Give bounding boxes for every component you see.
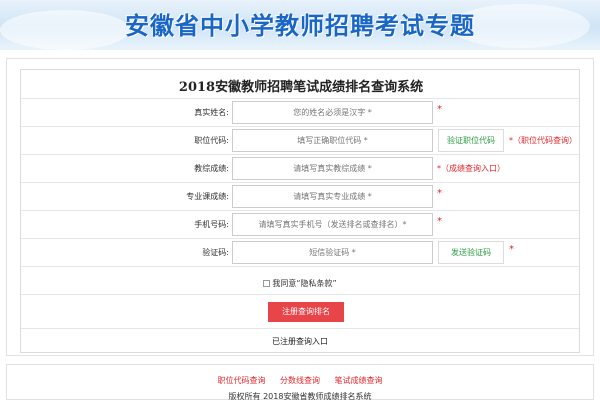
divider <box>21 328 579 329</box>
divider <box>21 294 579 295</box>
position-code-query-link[interactable]: *（职位代码查询） <box>509 135 577 146</box>
required-mark: * <box>437 104 442 115</box>
position-code-input[interactable] <box>232 129 433 152</box>
field-row-name: 真实姓名: * <box>21 99 579 126</box>
footer-links: 职位代码查询 分数线查询 笔试成绩查询 <box>7 375 593 386</box>
query-panel: 2018安徽教师招聘笔试成绩排名查询系统 真实姓名: * 职位代码: 验证职位代… <box>6 58 594 356</box>
form-title: 2018安徽教师招聘笔试成绩排名查询系统 <box>178 80 424 95</box>
general-score-input[interactable] <box>232 157 433 180</box>
divider <box>21 266 579 267</box>
send-code-button[interactable]: 发送验证码 <box>438 241 504 264</box>
field-label-subject-score: 专业课成绩: <box>186 192 229 201</box>
header-banner: 安徽省中小学教师招聘考试专题 <box>0 0 600 50</box>
sms-code-input[interactable] <box>232 241 433 264</box>
privacy-agree-label[interactable]: 我同意“隐私条款” <box>272 279 336 288</box>
field-label-name: 真实姓名: <box>194 108 229 117</box>
query-form: 2018安徽教师招聘笔试成绩排名查询系统 真实姓名: * 职位代码: 验证职位代… <box>20 69 580 353</box>
field-label-position-code: 职位代码: <box>194 136 229 145</box>
privacy-agree-row: 我同意“隐私条款” <box>21 278 579 289</box>
privacy-checkbox[interactable] <box>263 280 271 287</box>
subject-score-input[interactable] <box>232 185 433 208</box>
field-row-general-score: 教综成绩: *（成绩查询入口） <box>21 155 579 182</box>
field-row-phone: 手机号码: * <box>21 211 579 238</box>
required-mark: * <box>509 244 514 255</box>
score-query-link[interactable]: *（成绩查询入口） <box>437 163 505 174</box>
field-label-general-score: 教综成绩: <box>194 164 229 173</box>
footer-link-written-score[interactable]: 笔试成绩查询 <box>335 376 383 385</box>
footer: 职位代码查询 分数线查询 笔试成绩查询 版权所有 2018安徽省教师成绩排名系统 <box>6 364 594 400</box>
field-row-position-code: 职位代码: 验证职位代码 *（职位代码查询） <box>21 127 579 154</box>
register-query-button[interactable]: 注册查询排名 <box>268 302 344 322</box>
banner-title: 安徽省中小学教师招聘考试专题 <box>125 12 475 40</box>
footer-link-score-line[interactable]: 分数线查询 <box>280 376 320 385</box>
field-row-subject-score: 专业课成绩: * <box>21 183 579 210</box>
required-mark: * <box>437 188 442 199</box>
registered-entry-link[interactable]: 已注册查询入口 <box>21 336 579 347</box>
field-label-captcha: 验证码: <box>202 248 229 257</box>
phone-input[interactable] <box>232 213 433 236</box>
name-input[interactable] <box>232 101 433 124</box>
copyright-text: 版权所有 2018安徽省教师成绩排名系统 <box>228 392 372 400</box>
required-mark: * <box>437 216 442 227</box>
field-row-captcha: 验证码: 发送验证码 * <box>21 239 579 266</box>
footer-link-position-code[interactable]: 职位代码查询 <box>217 376 265 385</box>
verify-position-code-button[interactable]: 验证职位代码 <box>438 129 504 152</box>
field-label-phone: 手机号码: <box>194 220 229 229</box>
